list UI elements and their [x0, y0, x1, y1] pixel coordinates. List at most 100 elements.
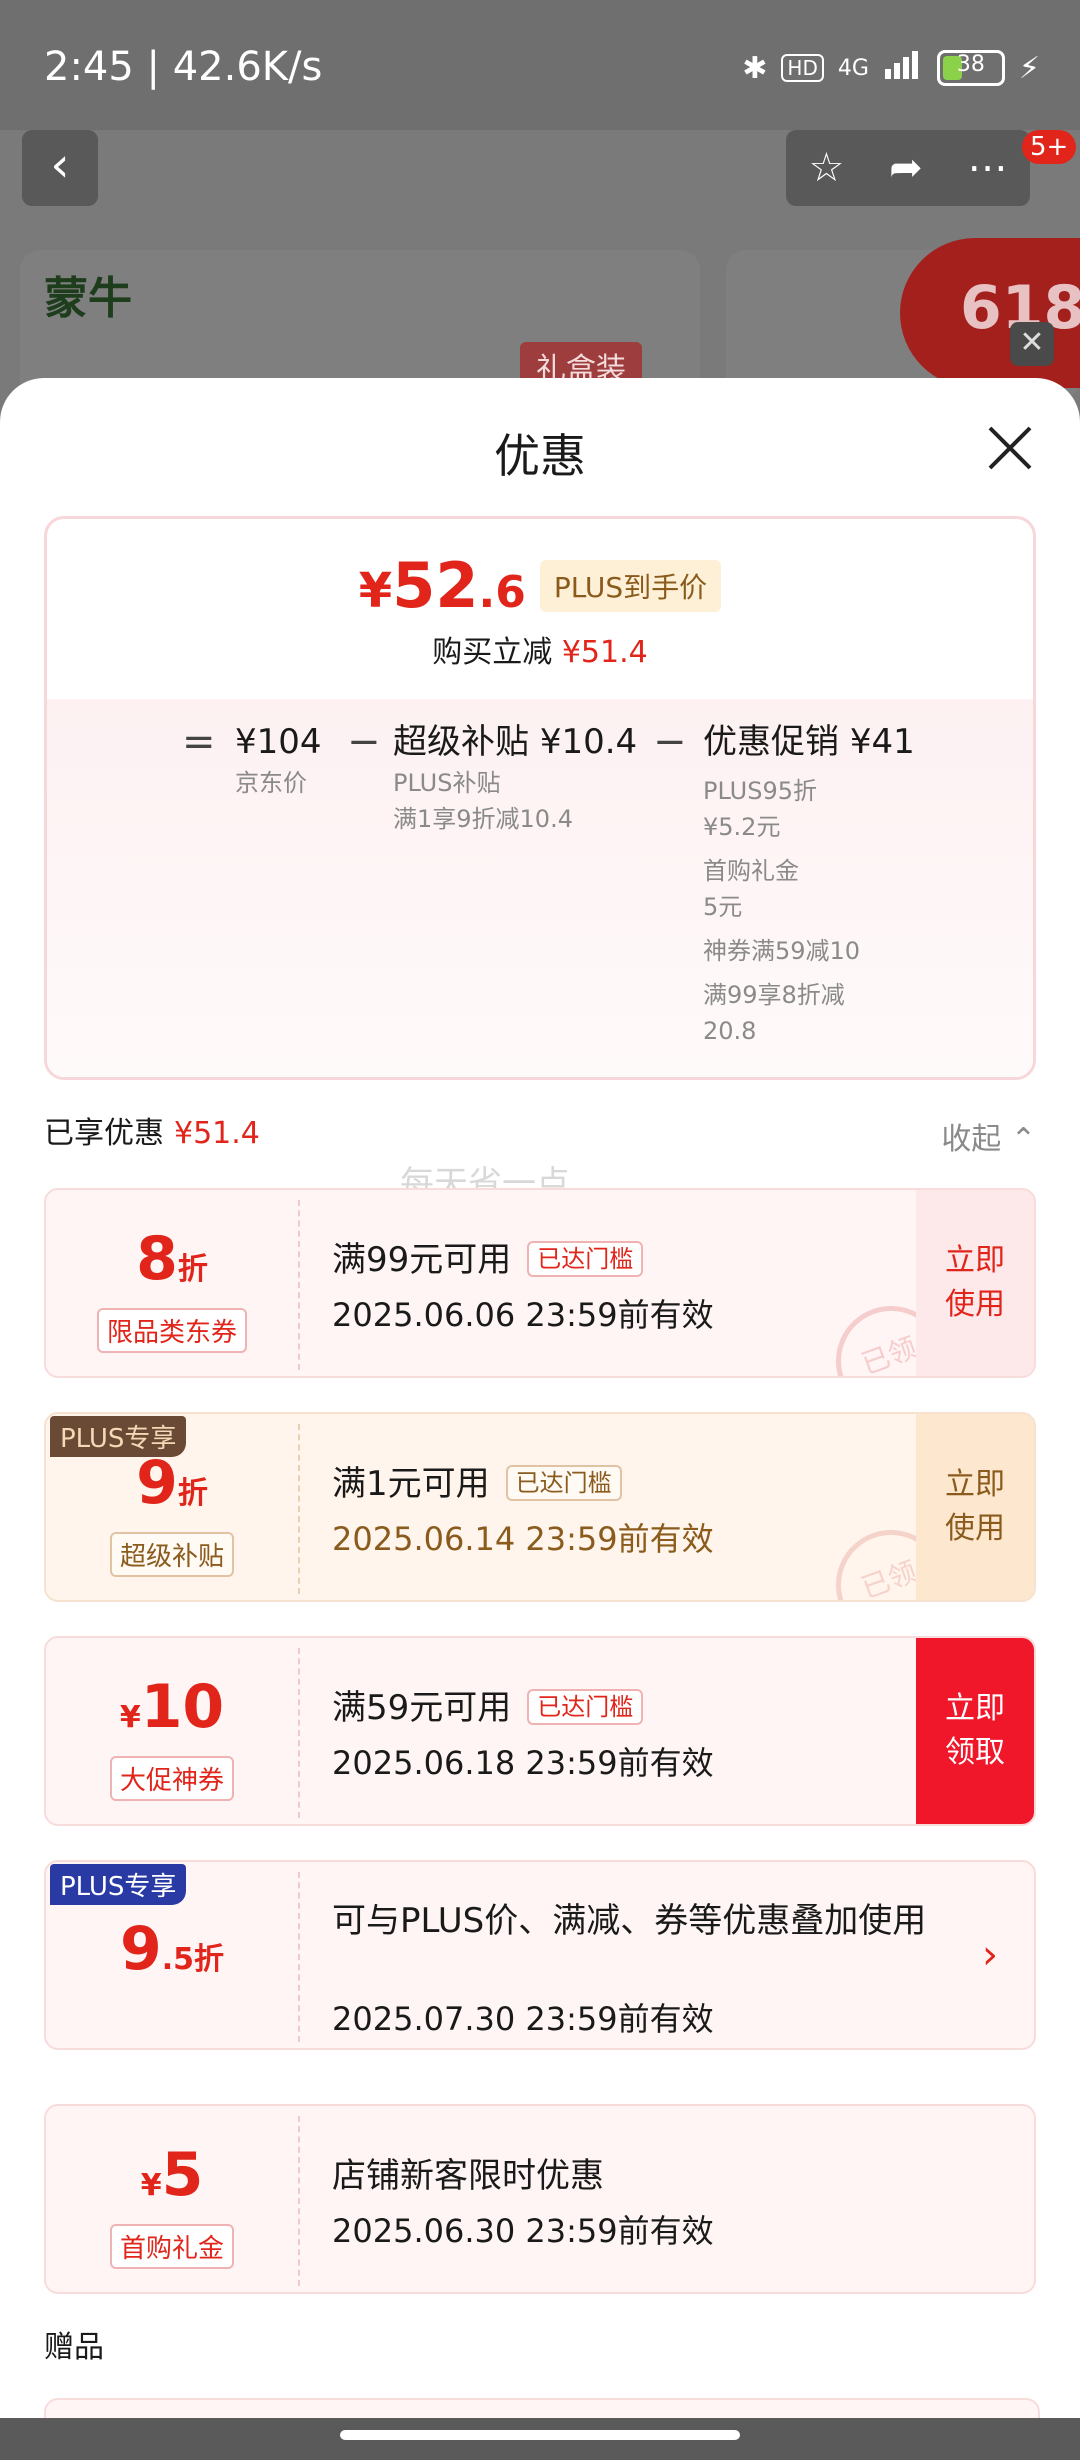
coupon-card: 9折 超级补贴 PLUS专享 满1元可用 已达门槛 2025.06.14 23:5…: [44, 1412, 1036, 1602]
battery-icon: 38: [936, 50, 1005, 86]
reduce-value: ¥51.4: [561, 635, 648, 670]
coupon-divider: [298, 1200, 300, 1370]
promo-item: 满99享8折减 20.8: [703, 981, 845, 1045]
equals-sign: =: [182, 719, 216, 765]
status-time: 2:45 | 42.6K/s: [44, 44, 323, 90]
jd-price-col: ¥104 京东价: [235, 719, 322, 801]
threshold-badge: 已达门槛: [527, 1689, 644, 1725]
hd-icon: HD: [781, 54, 824, 82]
coupon-expiry: 2025.06.06 23:59前有效: [332, 1296, 714, 1334]
status-bar: 2:45 | 42.6K/s ✱ HD 4G 38 ⚡: [0, 0, 1080, 130]
plus-exclusive-badge: PLUS专享: [50, 1864, 187, 1905]
coupon-amount: 8: [136, 1224, 178, 1294]
coupon-value: ¥5 首购礼金: [46, 2106, 298, 2292]
promo-item: 神券满59减10: [703, 937, 861, 965]
coupon-type-tag: 大促神券: [109, 1756, 234, 1801]
threshold-badge: 已达门槛: [505, 1465, 622, 1501]
coupon-amount: 9: [136, 1448, 178, 1518]
coupon-amount: 10: [140, 1672, 225, 1742]
status-icons: ✱ HD 4G 38 ⚡: [742, 48, 1040, 88]
brand-logo: 蒙牛: [44, 273, 132, 324]
subsidy-value: ¥10.4: [539, 722, 638, 762]
threshold-badge: 已达门槛: [527, 1241, 644, 1277]
coupon-divider: [298, 2116, 300, 2286]
chevron-up-icon: ⌃: [1010, 1122, 1036, 1157]
coupon-currency: ¥: [119, 1700, 141, 1735]
coupon-divider: [298, 1648, 300, 1818]
coupon-amount: 9: [119, 1914, 162, 1984]
reduce-line: 购买立减 ¥51.4: [47, 627, 1033, 671]
coupon-divider: [298, 1872, 300, 2042]
coupon-card: ¥5 首购礼金 店铺新客限时优惠 2025.06.30 23:59前有效: [44, 2104, 1036, 2294]
plus-exclusive-badge: PLUS专享: [50, 1416, 187, 1457]
subsidy-item: 满1享9折减10.4: [393, 805, 573, 833]
subsidy-item: PLUS补贴: [393, 769, 501, 797]
coupon-expiry: 2025.06.18 23:59前有效: [332, 1744, 714, 1782]
minus-sign: −: [653, 719, 687, 765]
gesture-bar: [0, 2418, 1080, 2460]
coupon-card[interactable]: 9.5折 PLUS专享 可与PLUS价、满减、券等优惠叠加使用 2025.07.…: [44, 1860, 1036, 2050]
coupon-title: 满99元可用: [332, 1240, 512, 1280]
chevron-right-icon: ›: [982, 1932, 998, 1978]
coupon-unit: 折: [177, 1252, 208, 1287]
final-price: ¥ 52 .6 PLUS到手价: [47, 549, 1033, 622]
reduce-label: 购买立减: [432, 635, 553, 670]
jd-price-label: 京东价: [235, 769, 307, 797]
sheet-title: 优惠: [494, 429, 586, 483]
signal-icon: [883, 49, 923, 87]
coupon-title: 店铺新客限时优惠: [332, 2156, 604, 2196]
home-indicator[interactable]: [340, 2430, 740, 2440]
battery-level: 38: [956, 52, 985, 77]
share-icon[interactable]: ➦: [889, 145, 923, 191]
price-summary: ¥ 52 .6 PLUS到手价 购买立减 ¥51.4 = ¥104 京东价 − …: [44, 516, 1036, 1080]
enjoyed-label: 已享优惠: [44, 1116, 164, 1151]
plus-price-label: PLUS到手价: [539, 560, 722, 612]
close-icon[interactable]: [982, 420, 1038, 476]
coupon-value: ¥10 大促神券: [46, 1638, 298, 1824]
back-icon: ‹: [50, 137, 70, 193]
favorite-icon[interactable]: ☆: [808, 145, 844, 191]
final-price-int: 52: [392, 549, 479, 622]
final-price-dec: .6: [478, 567, 526, 618]
promo-item: PLUS95折 ¥5.2元: [703, 777, 817, 841]
coupon-divider: [298, 1424, 300, 1594]
promo-name: 优惠促销: [703, 722, 839, 762]
top-actions: ☆ ➦ ⋯: [786, 130, 1030, 206]
coupon-title: 满1元可用: [332, 1464, 490, 1504]
gifts-heading: 赠品: [44, 2330, 104, 2365]
subsidy-col: 超级补贴 ¥10.4 PLUS补贴 满1享9折减10.4: [393, 719, 637, 837]
coupon-type-tag: 限品类东券: [96, 1308, 247, 1353]
coupon-unit: 折: [177, 1476, 208, 1511]
coupon-amount: 5: [161, 2140, 204, 2210]
coupon-type-tag: 首购礼金: [109, 2224, 234, 2269]
more-icon[interactable]: ⋯: [968, 145, 1008, 191]
currency-symbol: ¥: [358, 563, 393, 619]
coupon-card: ¥10 大促神券 满59元可用 已达门槛 2025.06.18 23:59前有效 …: [44, 1636, 1036, 1826]
coupon-card: 8折 限品类东券 满99元可用 已达门槛 2025.06.06 23:59前有效 …: [44, 1188, 1036, 1378]
coupon-unit: .5折: [161, 1942, 225, 1977]
charging-icon: ⚡: [1018, 50, 1040, 86]
coupon-expiry: 2025.06.14 23:59前有效: [332, 1520, 714, 1558]
subsidy-name: 超级补贴: [393, 722, 529, 762]
promo-value: ¥41: [849, 722, 915, 762]
message-badge: 5+: [1022, 130, 1077, 164]
network-type: 4G: [837, 55, 869, 81]
back-button[interactable]: ‹: [22, 130, 98, 206]
enjoyed-discount: 已享优惠 ¥51.4: [44, 1108, 260, 1152]
coupon-title: 可与PLUS价、满减、券等优惠叠加使用: [332, 1901, 927, 1941]
collapse-label: 收起: [941, 1122, 1002, 1157]
coupon-value: 8折 限品类东券: [46, 1190, 298, 1376]
promo-item: 首购礼金 5元: [703, 857, 799, 921]
bluetooth-icon: ✱: [742, 50, 768, 86]
collapse-button[interactable]: 收起 ⌃: [941, 1114, 1036, 1158]
banner-close-icon[interactable]: ✕: [1010, 322, 1054, 366]
coupon-type-tag: 超级补贴: [109, 1532, 234, 1577]
coupon-title: 满59元可用: [332, 1688, 512, 1728]
use-now-button[interactable]: 立即 使用: [916, 1414, 1034, 1600]
promo-618-badge: 618: [900, 238, 1080, 388]
coupon-expiry: 2025.07.30 23:59前有效: [332, 2000, 714, 2038]
discount-sheet: 优惠 ¥ 52 .6 PLUS到手价 购买立减 ¥51.4 = ¥104 京东价…: [0, 378, 1080, 2460]
use-now-button[interactable]: 立即 使用: [916, 1190, 1034, 1376]
claim-now-button[interactable]: 立即 领取: [916, 1638, 1034, 1824]
enjoyed-value: ¥51.4: [174, 1116, 260, 1151]
